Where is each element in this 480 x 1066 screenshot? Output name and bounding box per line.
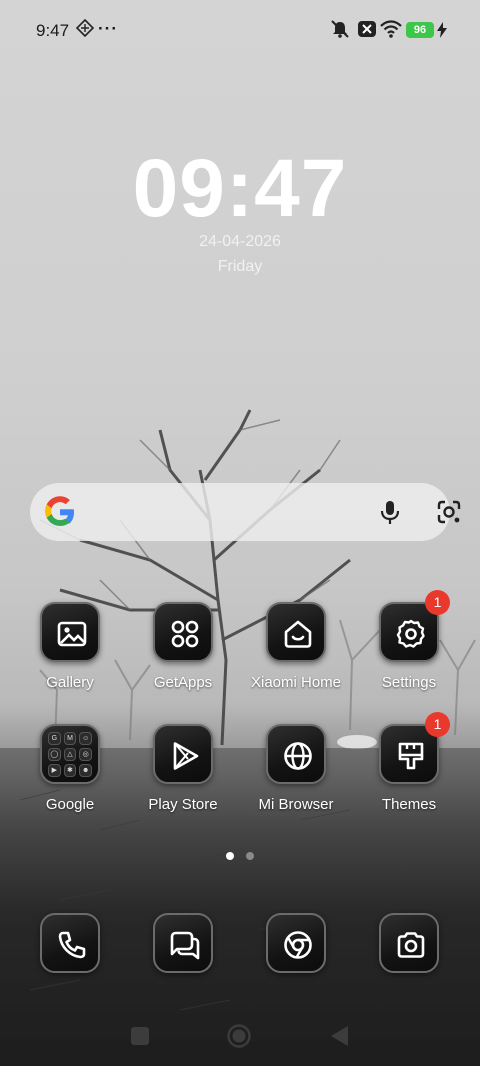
charging-bolt-icon [437, 22, 447, 43]
app-gallery[interactable]: Gallery [14, 602, 126, 691]
app-label: Play Store [148, 796, 218, 813]
dock-camera[interactable] [379, 913, 439, 973]
home-button-icon[interactable] [227, 1024, 251, 1053]
clock-day: Friday [217, 258, 263, 275]
app-label: Themes [381, 796, 437, 813]
back-icon[interactable] [331, 1026, 349, 1051]
dock-phone[interactable] [40, 913, 100, 973]
messages-icon [153, 913, 213, 973]
status-time: 9:47 [36, 21, 70, 40]
app-label: GetApps [153, 674, 213, 691]
folder-app-target-icon: ◎ [79, 748, 92, 761]
folder-app-gmail-icon: M [63, 732, 77, 745]
battery-indicator: 96 [406, 22, 434, 38]
folder-app-drive-icon: △ [63, 748, 77, 761]
chrome-icon [266, 913, 326, 973]
status-bar: 9:47 ··· 96 [0, 0, 480, 62]
notification-badge: 1 [425, 590, 450, 615]
mic-icon[interactable] [376, 498, 404, 531]
clock-time[interactable]: 09:47 [0, 142, 480, 236]
folder-app-google-icon: G [48, 732, 61, 745]
page-dot[interactable] [246, 852, 254, 860]
camera-icon [379, 913, 439, 973]
app-xiaomi-home[interactable]: Xiaomi Home [240, 602, 352, 691]
play-icon [153, 724, 213, 784]
folder-icon: G M ☺ ◯ △ ◎ ▶ ✱ ☻ [40, 724, 100, 784]
app-label: Google [45, 796, 95, 813]
more-notifications-icon: ··· [98, 19, 118, 38]
page-dot-active[interactable] [226, 852, 234, 860]
phone-icon [40, 913, 100, 973]
app-settings[interactable]: 1 Settings [353, 590, 465, 691]
recents-icon[interactable] [131, 1027, 149, 1050]
globe-icon [266, 724, 326, 784]
silent-bell-icon [330, 19, 350, 44]
folder-app-person-icon: ☺ [79, 732, 92, 745]
wifi-icon [380, 19, 402, 44]
app-mi-browser[interactable]: Mi Browser [240, 724, 352, 813]
notification-badge: 1 [425, 712, 450, 737]
app-label: Mi Browser [258, 796, 334, 813]
clock-date: 24-04-2026 [199, 233, 281, 250]
gear-icon: 1 [379, 590, 450, 662]
google-g-icon [42, 494, 78, 535]
image-icon [40, 602, 100, 662]
app-label: Gallery [46, 674, 94, 691]
app-label: Xiaomi Home [250, 674, 342, 691]
folder-app-photos-icon: ✱ [63, 764, 77, 777]
app-label: Settings [381, 674, 437, 691]
home-icon [266, 602, 326, 662]
dock-messages[interactable] [153, 913, 213, 973]
notification-app-icon [75, 18, 95, 42]
brush-icon: 1 [379, 712, 450, 784]
dock-chrome[interactable] [266, 913, 326, 973]
app-getapps[interactable]: GetApps [127, 602, 239, 691]
four-circles-icon [153, 602, 213, 662]
folder-app-people-icon: ☻ [79, 764, 92, 777]
app-play-store[interactable]: Play Store [127, 724, 239, 813]
folder-app-tape-icon: ◯ [48, 748, 61, 761]
app-themes[interactable]: 1 Themes [353, 712, 465, 813]
google-lens-icon[interactable] [435, 498, 463, 531]
app-notification-icon [357, 19, 377, 44]
google-search-bar[interactable] [30, 483, 461, 541]
app-folder-google[interactable]: G M ☺ ◯ △ ◎ ▶ ✱ ☻ Google [14, 724, 126, 813]
folder-app-video-icon: ▶ [48, 764, 61, 777]
